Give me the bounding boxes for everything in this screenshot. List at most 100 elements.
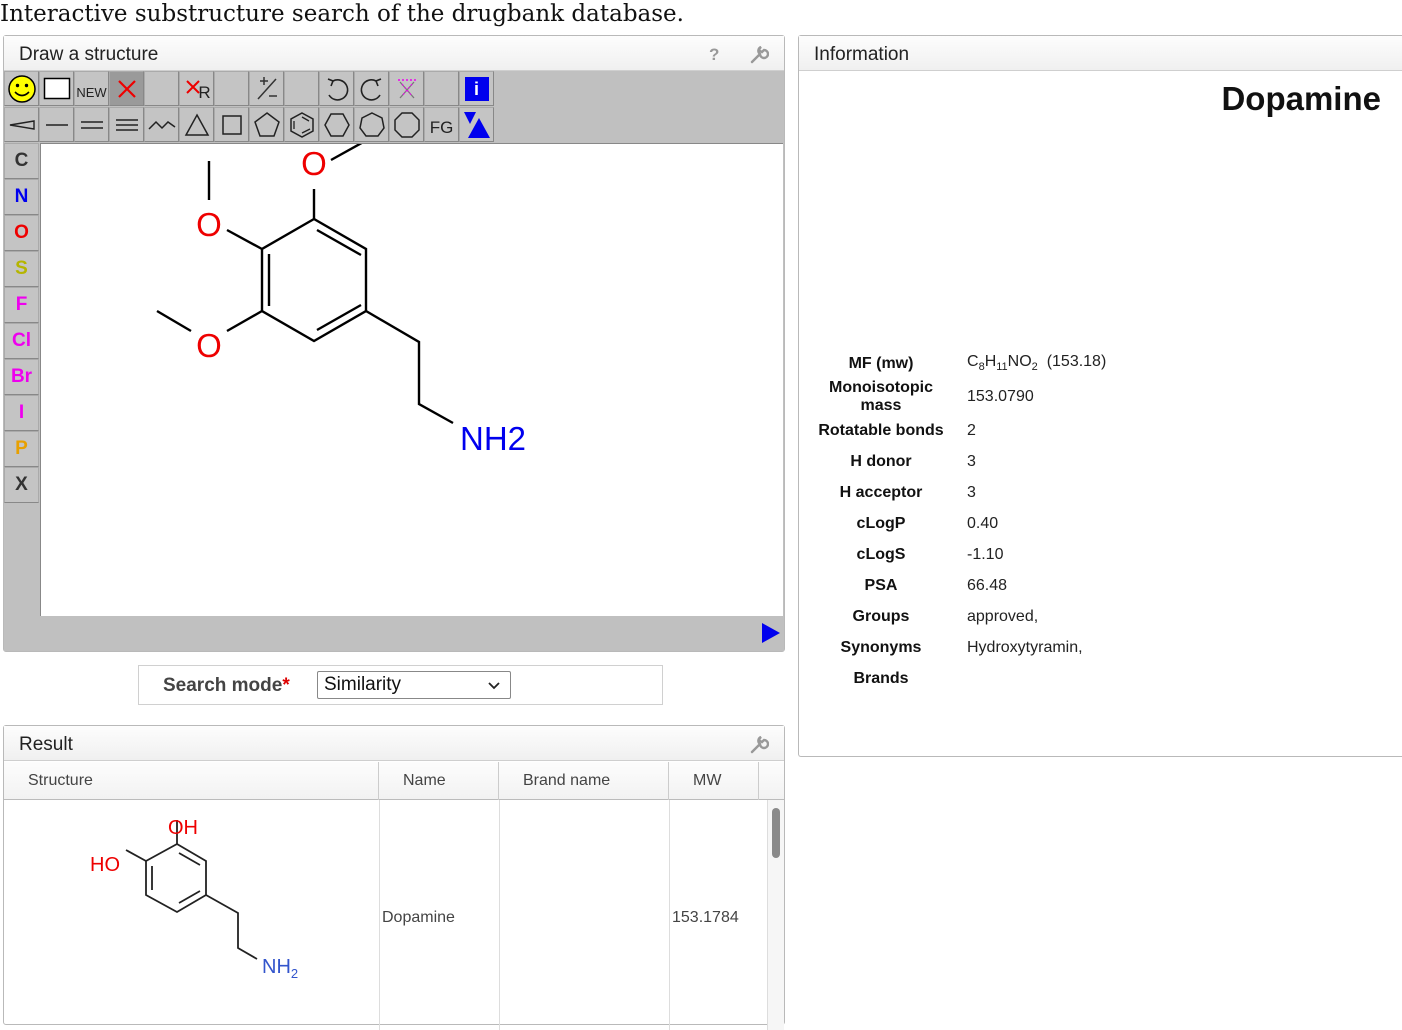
search-mode-box: Search mode* Similarity: [138, 665, 663, 705]
heptagon-ring-icon: [358, 111, 385, 137]
wedge-bond-icon: [9, 119, 35, 130]
drawing-canvas[interactable]: O O O NH2: [40, 138, 783, 616]
properties-table: MF (mw) C8H11NO2 (153.18) Monoisotopic m…: [803, 348, 1110, 694]
result-panel-header: Result: [4, 726, 784, 761]
triple-bond-button[interactable]: [109, 107, 144, 142]
smiley-icon: [7, 74, 36, 103]
property-row: MF (mw) C8H11NO2 (153.18): [848, 353, 1107, 374]
pentagon-ring-icon: [253, 111, 280, 137]
property-row: H acceptor 3: [839, 483, 976, 501]
plus-minus-icon: [256, 76, 277, 100]
undo-icon: [327, 77, 348, 101]
chain-button[interactable]: [144, 107, 179, 142]
info-button[interactable]: i: [459, 71, 494, 106]
info-panel-header: Information: [799, 36, 1402, 71]
new-button[interactable]: NEW: [74, 71, 109, 106]
page-title: Interactive substructure search of the d…: [0, 1, 684, 27]
amine-label: NH2: [460, 420, 526, 457]
chevron-down-icon: [488, 675, 500, 703]
toolbar-blank-1: [144, 71, 179, 106]
draw-panel-title: Draw a structure: [19, 44, 159, 65]
result-grid-header: Structure Name Brand name MW: [4, 762, 784, 800]
atom-button-br[interactable]: Br: [4, 359, 39, 395]
ring-4-button[interactable]: [214, 107, 249, 142]
template-button[interactable]: [459, 107, 494, 142]
result-nh-label: NH: [262, 956, 291, 978]
wedge-bond-button[interactable]: [4, 107, 39, 142]
column-header-brand[interactable]: Brand name: [499, 762, 669, 800]
toolbar-blank-3: [284, 71, 319, 106]
information-panel: Information Dopamine MF (mw) C8H11NO2 (1…: [798, 35, 1402, 757]
double-bond-button[interactable]: [74, 107, 109, 142]
charge-button[interactable]: [249, 71, 284, 106]
r-group-button[interactable]: R: [179, 71, 214, 106]
undo-button[interactable]: [319, 71, 354, 106]
atom-button-s[interactable]: S: [4, 251, 39, 287]
octagon-ring-icon: [393, 111, 420, 138]
ring-3-button[interactable]: [179, 107, 214, 142]
property-row: cLogS -1.10: [856, 545, 1004, 563]
triple-bond-icon: [115, 118, 138, 131]
result-panel-title: Result: [19, 734, 73, 755]
double-bond-icon: [80, 120, 103, 129]
property-row: Monoisotopic mass 153.0790: [829, 379, 1034, 414]
ring-6-button[interactable]: [319, 107, 354, 142]
run-search-arrow-icon[interactable]: [762, 623, 780, 643]
benzene-icon: [289, 111, 314, 138]
atom-button-f[interactable]: F: [4, 287, 39, 323]
result-scrollbar[interactable]: [767, 800, 784, 1030]
result-panel: Result Structure Name Brand name MW OH H…: [3, 725, 785, 1030]
oxygen-label-left: O: [196, 206, 222, 243]
atom-button-cl[interactable]: Cl: [4, 323, 39, 359]
property-row: Rotatable bonds 2: [818, 421, 976, 439]
ring-7-button[interactable]: [354, 107, 389, 142]
atom-button-p[interactable]: P: [4, 431, 39, 467]
property-row: Synonyms Hydroxytyramin,: [840, 638, 1083, 656]
atom-button-o[interactable]: O: [4, 215, 39, 251]
clear-icon: [397, 78, 416, 98]
property-row: H donor 3: [850, 452, 976, 470]
info-panel-title: Information: [814, 44, 910, 65]
svg-text:NH2: NH2: [262, 956, 298, 981]
help-icon[interactable]: ?: [709, 45, 719, 65]
column-header-mw[interactable]: MW: [669, 762, 759, 800]
toolbar-row-1: NEW R i: [4, 71, 494, 106]
rectangle-select-button[interactable]: [39, 71, 74, 106]
chain-icon: [147, 120, 175, 130]
smiley-tool-button[interactable]: [4, 71, 39, 106]
column-header-structure[interactable]: Structure: [4, 762, 379, 800]
result-name-cell: Dopamine: [382, 909, 455, 926]
search-mode-label: Search mode*: [163, 675, 290, 696]
atom-button-i[interactable]: I: [4, 395, 39, 431]
scrollbar-thumb[interactable]: [772, 808, 780, 858]
oxygen-label-bottom: O: [196, 327, 222, 364]
benzene-button[interactable]: [284, 107, 319, 142]
atom-button-n[interactable]: N: [4, 179, 39, 215]
molecular-formula: C8H11NO2: [967, 353, 1038, 374]
result-structure-image: OH HO NH2: [90, 817, 298, 981]
atom-button-x[interactable]: X: [4, 467, 39, 503]
ring-8-button[interactable]: [389, 107, 424, 142]
result-oh-label: OH: [168, 817, 198, 839]
delete-button[interactable]: [109, 71, 144, 106]
atom-button-c[interactable]: C: [4, 143, 39, 179]
square-ring-icon: [221, 114, 242, 135]
single-bond-button[interactable]: [39, 107, 74, 142]
search-mode-select[interactable]: Similarity: [317, 671, 511, 699]
property-row: PSA 66.48: [864, 576, 1008, 594]
wrench-icon[interactable]: [749, 735, 770, 760]
wrench-icon[interactable]: [749, 45, 770, 70]
functional-group-button[interactable]: FG: [424, 107, 459, 142]
redo-icon: [360, 77, 381, 101]
delete-x-icon: [117, 79, 136, 98]
ring-5-button[interactable]: [249, 107, 284, 142]
oxygen-label-top: O: [301, 145, 327, 182]
redo-button[interactable]: [354, 71, 389, 106]
info-icon: i: [464, 76, 489, 101]
rectangle-icon: [43, 77, 70, 99]
single-bond-icon: [45, 123, 68, 126]
clear-button[interactable]: [389, 71, 424, 106]
result-mw-cell: 153.1784: [672, 909, 739, 926]
column-header-name[interactable]: Name: [379, 762, 499, 800]
triangle-ring-icon: [184, 112, 209, 136]
